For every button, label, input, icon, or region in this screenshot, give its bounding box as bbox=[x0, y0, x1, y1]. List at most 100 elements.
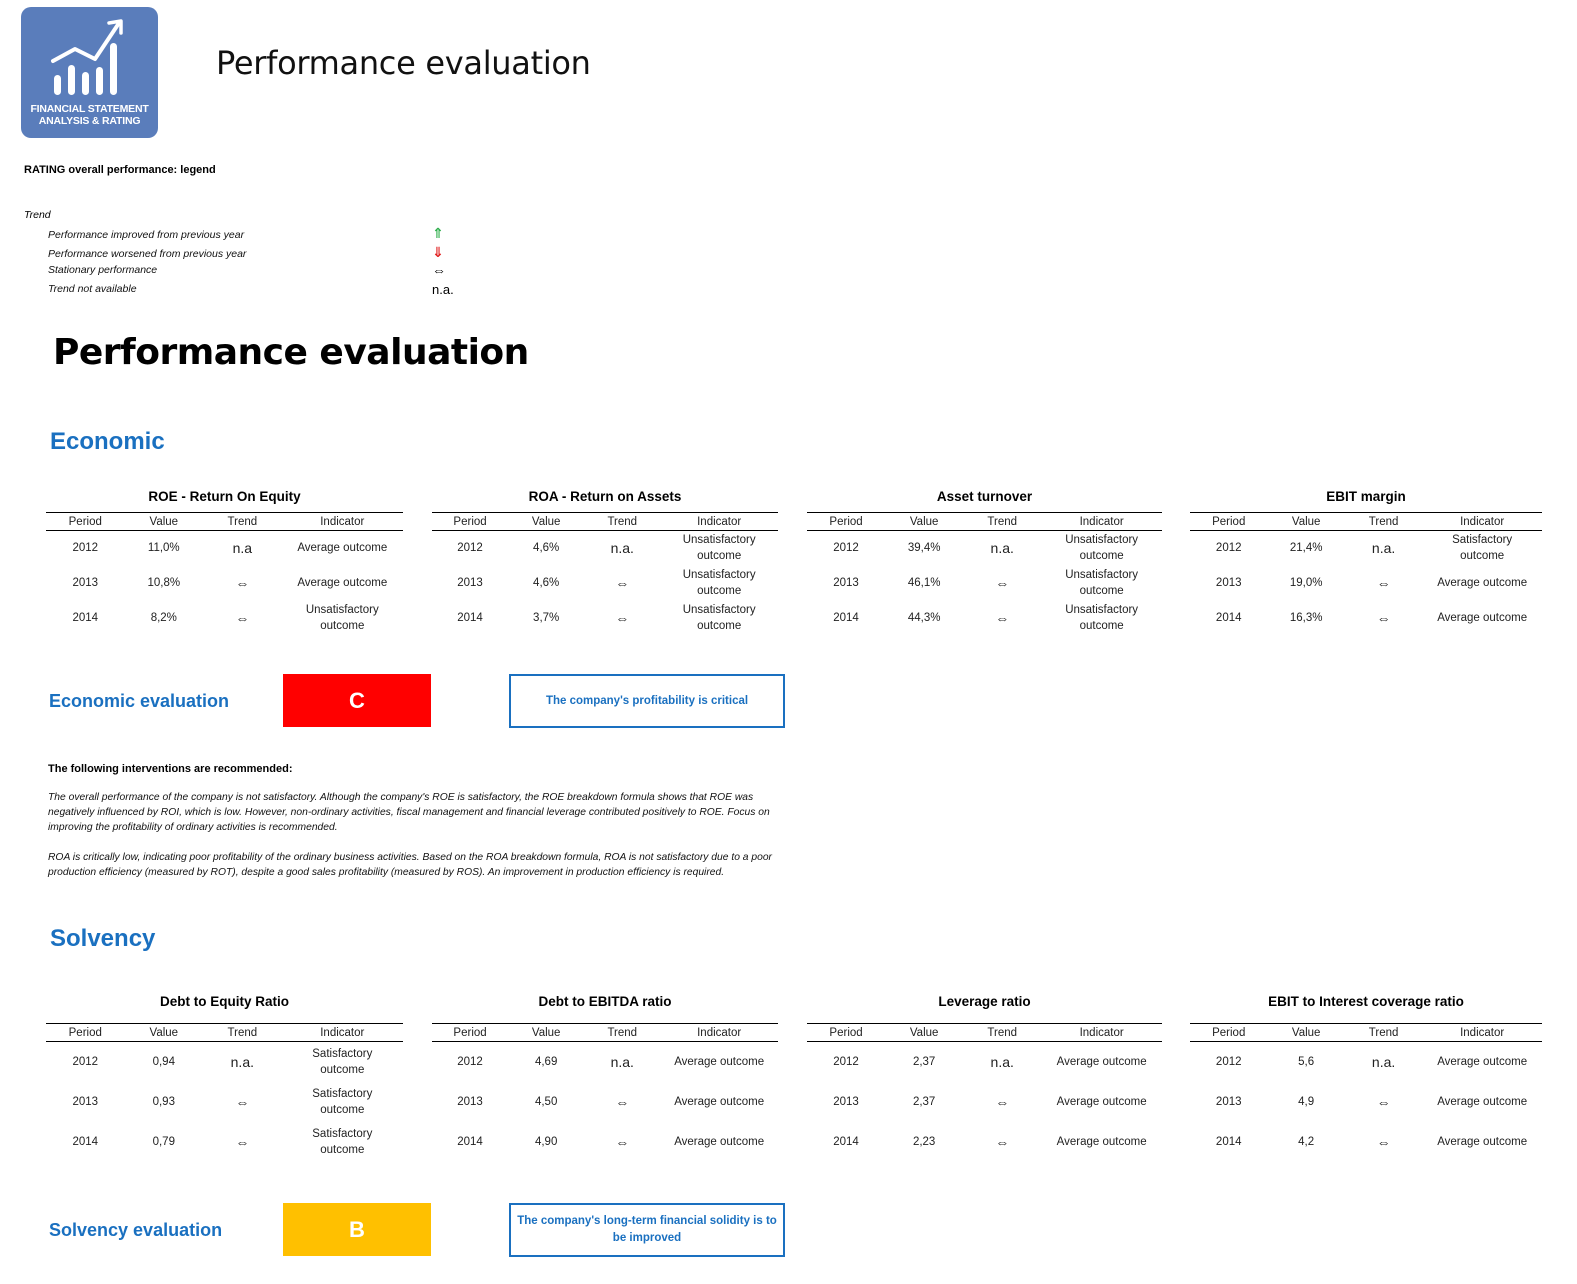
header-title: Performance evaluation bbox=[216, 44, 591, 82]
value-cell: 4,90 bbox=[534, 1135, 558, 1148]
indicator-cell: Unsatisfactory outcome bbox=[1065, 569, 1139, 597]
value-cell: 4,50 bbox=[534, 1095, 558, 1108]
trend-cell: n.a. bbox=[990, 1053, 1014, 1070]
interventions-title: The following interventions are recommen… bbox=[48, 763, 293, 775]
section-title-solvency: Solvency bbox=[50, 925, 156, 952]
table-row: 2013 46,1% ⇔ Unsatisfactory outcome bbox=[807, 566, 1162, 601]
indicator-cell: Average outcome bbox=[1437, 1095, 1528, 1108]
arrow-left-right-icon: ⇔ bbox=[1376, 575, 1391, 591]
column-header-indicator: Indicator bbox=[660, 1023, 778, 1042]
column-header-value: Value bbox=[124, 1023, 204, 1042]
table-row: 2014 3,7% ⇔ Unsatisfactory outcome bbox=[432, 601, 778, 636]
period-cell: 2013 bbox=[72, 577, 99, 589]
legend-item-stationary: Stationary performance bbox=[48, 264, 158, 276]
metric-table: Period Value Trend Indicator 2012 39,4% n.a. Un… bbox=[807, 512, 1162, 636]
column-header-value: Value bbox=[1267, 512, 1345, 531]
period-cell: 2013 bbox=[1215, 577, 1242, 589]
table-row: 2014 4,90 ⇔ Average outcome bbox=[432, 1122, 778, 1162]
trend-cell: n.a. bbox=[990, 540, 1014, 557]
solvency-evaluation-label: Solvency evaluation bbox=[49, 1220, 223, 1240]
trend-cell: n.a. bbox=[1371, 1053, 1396, 1070]
arrow-left-right-icon: ⇔ bbox=[1376, 1093, 1391, 1110]
table-row: 2014 2,23 ⇔ Average outcome bbox=[807, 1122, 1162, 1162]
column-header-trend: Trend bbox=[1344, 1023, 1423, 1042]
metric-table: Period Value Trend Indicator 2012 4,69 n.a. Ave… bbox=[432, 1023, 778, 1162]
period-cell: 2013 bbox=[833, 1095, 859, 1108]
metric-table-solvency-3: EBIT to Interest coverage ratio Period Val… bbox=[1190, 994, 1542, 1162]
column-header-period: Period bbox=[1190, 1023, 1268, 1042]
period-cell: 2014 bbox=[1215, 1135, 1242, 1148]
column-header-trend: Trend bbox=[203, 512, 282, 531]
indicator-cell: Unsatisfactory outcome bbox=[682, 604, 756, 632]
trend-cell: n.a. bbox=[1371, 540, 1396, 557]
table-row: 2012 11,0% n.a Average outcome bbox=[46, 531, 403, 566]
table-row: 2012 0,94 n.a. Satisfactory outcome bbox=[46, 1042, 403, 1082]
trend-cell: n.a. bbox=[610, 540, 634, 557]
metric-title: ROA - Return on Assets bbox=[528, 489, 682, 504]
arrow-left-right-icon: ⇔ bbox=[615, 575, 630, 591]
value-cell: 2,37 bbox=[912, 1095, 936, 1108]
value-cell: 19,0% bbox=[1289, 577, 1323, 589]
logo-text-line2: ANALYSIS & RATING bbox=[38, 115, 141, 127]
table-row: 2012 4,69 n.a. Average outcome bbox=[432, 1042, 778, 1082]
column-header-period: Period bbox=[432, 1023, 509, 1042]
page-title: Performance evaluation bbox=[53, 332, 529, 373]
column-header-period: Period bbox=[807, 1023, 886, 1042]
arrow-left-right-icon: ⇔ bbox=[235, 610, 250, 626]
logo-text: FINANCIAL STATEMENT ANALYSIS & RATING bbox=[21, 103, 158, 127]
metric-title: Asset turnover bbox=[936, 489, 1033, 504]
arrow-left-right-icon: ⇔ bbox=[615, 610, 630, 626]
column-header-value: Value bbox=[508, 512, 585, 531]
trend-cell: n.a. bbox=[230, 1053, 254, 1070]
value-cell: 4,9 bbox=[1298, 1095, 1315, 1108]
metric-table: Period Value Trend Indicator 2012 5,6 n.a. Aver… bbox=[1190, 1023, 1542, 1162]
arrow-left-right-icon: ⇔ bbox=[995, 575, 1010, 591]
chart-growth-icon bbox=[51, 19, 123, 95]
arrow-left-right-icon: ⇔ bbox=[432, 262, 446, 278]
metric-table-economic-0: ROE - Return On Equity Period Value Trend In… bbox=[46, 489, 403, 636]
value-cell: 16,3% bbox=[1289, 612, 1323, 624]
table-row: 2012 39,4% n.a. Unsatisfactory outcome bbox=[807, 531, 1162, 566]
column-header-period: Period bbox=[1190, 512, 1268, 531]
indicator-cell: Average outcome bbox=[1056, 1095, 1147, 1108]
value-cell: 4,2 bbox=[1298, 1135, 1315, 1148]
intervention-paragraph: The overall performance of the company i… bbox=[48, 792, 770, 833]
column-header-period: Period bbox=[46, 1023, 125, 1042]
metric-table-solvency-1: Debt to EBITDA ratio Period Value Trend Indi… bbox=[432, 994, 778, 1162]
not-available-text: n.a. bbox=[432, 282, 454, 297]
period-cell: 2012 bbox=[72, 542, 99, 555]
column-header-indicator: Indicator bbox=[1041, 512, 1162, 531]
column-header-trend: Trend bbox=[963, 1023, 1042, 1042]
period-cell: 2012 bbox=[72, 1055, 99, 1068]
indicator-cell: Average outcome bbox=[1056, 1135, 1147, 1148]
column-header-trend: Trend bbox=[584, 512, 661, 531]
metric-title: Leverage ratio bbox=[938, 994, 1031, 1009]
table-row: 2013 4,6% ⇔ Unsatisfactory outcome bbox=[432, 566, 778, 601]
indicator-cell: Satisfactory outcome bbox=[312, 1087, 373, 1116]
value-cell: 0,79 bbox=[152, 1135, 175, 1148]
indicator-cell: Unsatisfactory outcome bbox=[305, 604, 379, 632]
section-title-economic: Economic bbox=[50, 428, 165, 455]
value-cell: 44,3% bbox=[907, 612, 941, 624]
value-cell: 21,4% bbox=[1289, 542, 1323, 555]
column-header-value: Value bbox=[124, 512, 204, 531]
indicator-cell: Average outcome bbox=[1056, 1055, 1147, 1068]
period-cell: 2013 bbox=[833, 577, 859, 589]
indicator-cell: Average outcome bbox=[1437, 1135, 1528, 1148]
value-cell: 10,8% bbox=[147, 577, 181, 589]
arrow-left-right-icon: ⇔ bbox=[235, 1133, 250, 1150]
column-header-value: Value bbox=[508, 1023, 585, 1042]
column-header-indicator: Indicator bbox=[1422, 1023, 1542, 1042]
metric-table: Period Value Trend Indicator 2012 21,4% n.a. Sa… bbox=[1190, 512, 1542, 636]
metric-title: Debt to EBITDA ratio bbox=[538, 994, 672, 1009]
period-cell: 2012 bbox=[833, 542, 859, 555]
table-row: 2012 21,4% n.a. Satisfactory outcome bbox=[1190, 531, 1542, 566]
column-header-trend: Trend bbox=[963, 512, 1042, 531]
table-row: 2014 0,79 ⇔ Satisfactory outcome bbox=[46, 1122, 403, 1162]
period-cell: 2013 bbox=[457, 577, 483, 589]
value-cell: 4,6% bbox=[533, 542, 560, 555]
arrow-left-right-icon: ⇔ bbox=[235, 1093, 250, 1110]
table-row: 2013 4,9 ⇔ Average outcome bbox=[1190, 1082, 1542, 1122]
value-cell: 4,69 bbox=[534, 1055, 558, 1068]
legend-title: RATING overall performance: legend bbox=[24, 164, 216, 176]
